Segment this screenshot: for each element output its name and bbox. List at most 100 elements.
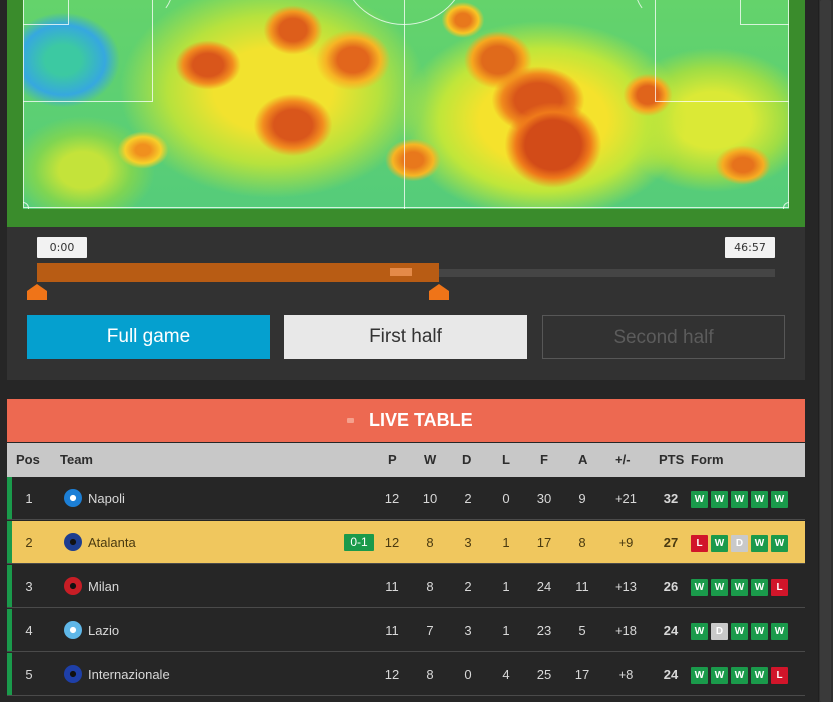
table-row[interactable]: 5 Internazionale 12 8 0 4 25 17 +8 24 W W W W L: [7, 653, 805, 696]
form-result-badge: L: [691, 535, 708, 552]
time-range-slider: 0:00 46:57 Full game First half Second h…: [7, 227, 805, 380]
time-end-label: 46:57: [725, 237, 775, 258]
row-goal-difference: +13: [614, 579, 638, 594]
form-guide: WDWWW: [691, 622, 791, 640]
column-wins[interactable]: W: [424, 443, 436, 477]
column-played[interactable]: P: [388, 443, 397, 477]
row-wins: 10: [422, 491, 438, 506]
row-played: 12: [384, 667, 400, 682]
napoli-crest-icon: [64, 489, 82, 507]
slider-start-handle[interactable]: [27, 284, 47, 300]
row-played: 11: [385, 623, 399, 638]
table-row[interactable]: 1 Napoli 12 10 2 0 30 9 +21 32 W W W W W: [7, 477, 805, 520]
form-result-badge: W: [711, 667, 728, 684]
form-result-badge: D: [711, 623, 728, 640]
row-goals-for: 25: [536, 667, 552, 682]
slider-end-handle[interactable]: [429, 284, 450, 300]
row-goals-against: 17: [574, 667, 590, 682]
table-column-header: Pos Team P W D L F A +/- PTS Form: [7, 443, 805, 477]
inter-crest-icon: [64, 665, 82, 683]
page-scrollbar-thumb[interactable]: [820, 0, 831, 702]
qualification-stripe: [7, 521, 12, 563]
column-goals-against[interactable]: A: [578, 443, 587, 477]
row-points: 27: [663, 535, 679, 550]
row-goals-against: 9: [578, 491, 586, 506]
first-half-button[interactable]: First half: [284, 315, 527, 359]
form-guide: WWWWW: [691, 490, 791, 508]
column-draws[interactable]: D: [462, 443, 471, 477]
row-goals-for: 24: [536, 579, 552, 594]
row-points: 24: [663, 623, 679, 638]
row-goals-for: 23: [536, 623, 552, 638]
form-result-badge: L: [771, 579, 788, 596]
column-goal-difference[interactable]: +/-: [615, 443, 631, 477]
qualification-stripe: [7, 609, 12, 651]
column-pos[interactable]: Pos: [16, 443, 40, 477]
live-indicator-icon: [347, 418, 354, 423]
row-draws: 2: [464, 491, 472, 506]
row-goal-difference: +21: [614, 491, 638, 506]
row-goals-for: 30: [536, 491, 552, 506]
form-result-badge: W: [731, 579, 748, 596]
form-result-badge: W: [751, 667, 768, 684]
time-start-label: 0:00: [37, 237, 87, 258]
row-goals-for: 17: [536, 535, 552, 550]
column-points[interactable]: PTS: [659, 443, 684, 477]
row-goal-difference: +18: [614, 623, 638, 638]
full-game-button[interactable]: Full game: [27, 315, 270, 359]
milan-crest-icon: [64, 577, 82, 595]
column-losses[interactable]: L: [502, 443, 510, 477]
row-goals-against: 5: [578, 623, 586, 638]
column-team[interactable]: Team: [60, 443, 93, 477]
slider-selected-range[interactable]: [37, 263, 439, 282]
row-losses: 1: [502, 579, 510, 594]
row-losses: 1: [502, 623, 510, 638]
form-guide: WWWWL: [691, 578, 791, 596]
row-position: 1: [25, 491, 33, 506]
form-result-badge: W: [751, 623, 768, 640]
right-goal-box: [740, 0, 789, 25]
form-result-badge: L: [771, 667, 788, 684]
form-result-badge: W: [711, 579, 728, 596]
team-name-link[interactable]: Lazio: [88, 609, 119, 652]
form-result-badge: W: [731, 623, 748, 640]
column-goals-for[interactable]: F: [540, 443, 548, 477]
row-points: 32: [663, 491, 679, 506]
table-row[interactable]: 4 Lazio 11 7 3 1 23 5 +18 24 W D W W W: [7, 609, 805, 652]
form-result-badge: W: [691, 491, 708, 508]
row-goal-difference: +8: [618, 667, 634, 682]
form-result-badge: W: [731, 491, 748, 508]
form-result-badge: W: [771, 623, 788, 640]
lazio-crest-icon: [64, 621, 82, 639]
row-wins: 8: [426, 535, 434, 550]
form-result-badge: W: [751, 491, 768, 508]
row-goals-against: 8: [578, 535, 586, 550]
team-name-link[interactable]: Milan: [88, 565, 119, 608]
team-name-link[interactable]: Internazionale: [88, 653, 170, 696]
team-name-link[interactable]: Napoli: [88, 477, 125, 520]
form-result-badge: W: [771, 535, 788, 552]
table-row[interactable]: 2 Atalanta 0-1 12 8 3 1 17 8 +9 27 L W D W W: [7, 521, 805, 564]
row-goal-difference: +9: [618, 535, 634, 550]
form-result-badge: W: [711, 491, 728, 508]
team-name-link[interactable]: Atalanta: [88, 521, 136, 564]
row-position: 4: [25, 623, 33, 638]
table-row[interactable]: 3 Milan 11 8 2 1 24 11 +13 26 W W W W L: [7, 565, 805, 608]
row-position: 2: [25, 535, 33, 550]
bottom-right-corner-arc: [783, 202, 789, 209]
slider-range-midpoint: [390, 268, 412, 276]
live-score-badge: 0-1: [344, 534, 374, 551]
row-draws: 0: [464, 667, 472, 682]
form-result-badge: W: [691, 623, 708, 640]
form-result-badge: W: [751, 535, 768, 552]
atalanta-crest-icon: [64, 533, 82, 551]
row-losses: 1: [502, 535, 510, 550]
form-result-badge: D: [731, 535, 748, 552]
row-played: 11: [385, 579, 399, 594]
row-draws: 3: [464, 535, 472, 550]
second-half-button[interactable]: Second half: [542, 315, 785, 359]
form-result-badge: W: [711, 535, 728, 552]
row-position: 5: [25, 667, 33, 682]
column-form[interactable]: Form: [691, 443, 724, 477]
form-guide: WWWWL: [691, 666, 791, 684]
